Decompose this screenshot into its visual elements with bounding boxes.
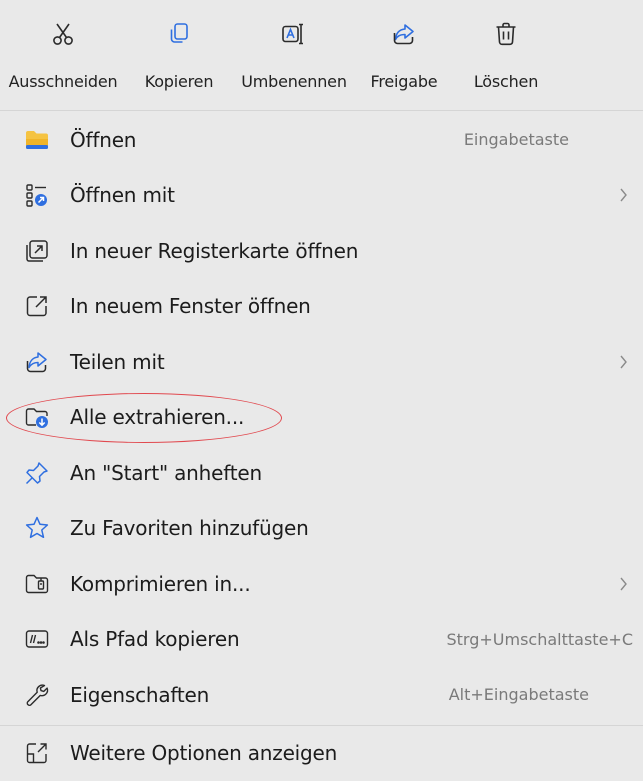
folder-icon [24,127,50,153]
menu-item-label: Teilen mit [70,350,164,374]
menu-item-open-new-window[interactable]: In neuem Fenster öffnen [0,279,643,335]
menu-item-label: Weitere Optionen anzeigen [70,741,337,765]
delete-button[interactable]: Löschen [456,20,556,91]
menu-item-label: In neuem Fenster öffnen [70,294,311,318]
share-label: Freigabe [371,72,438,91]
menu-item-label: Als Pfad kopieren [70,627,239,651]
menu-item-label: Öffnen mit [70,183,175,207]
menu-item-copy-as-path[interactable]: Als Pfad kopieren Strg+Umschalttaste+C [0,612,643,668]
rename-icon [280,20,308,48]
menu-item-label: Öffnen [70,128,136,152]
menu-item-properties[interactable]: Eigenschaften Alt+Eingabetaste [0,667,643,723]
cut-label: Ausschneiden [9,72,118,91]
toolbar-divider [0,110,643,111]
shortcut-text: Eingabetaste [464,130,569,149]
menu-item-compress-to[interactable]: Komprimieren in... [0,556,643,612]
shortcut-text: Strg+Umschalttaste+C [447,630,634,649]
cut-button[interactable]: Ausschneiden [0,20,126,91]
menu-item-open-new-tab[interactable]: In neuer Registerkarte öffnen [0,223,643,279]
menu-item-pin-to-start[interactable]: An "Start" anheften [0,445,643,501]
compress-icon [24,571,50,597]
share-icon [24,349,50,375]
menu-item-label: An "Start" anheften [70,461,262,485]
menu-item-add-to-favorites[interactable]: Zu Favoriten hinzufügen [0,501,643,557]
chevron-right-icon [617,187,629,203]
menu-item-open-with[interactable]: Öffnen mit [0,168,643,224]
trash-icon [492,20,520,48]
open-with-icon [24,182,50,208]
rename-button[interactable]: Umbenennen [230,20,358,91]
menu-item-extract-all[interactable]: Alle extrahieren... [0,390,643,446]
copy-button[interactable]: Kopieren [128,20,230,91]
menu-item-open[interactable]: Öffnen Eingabetaste [0,112,643,168]
chevron-right-icon [617,576,629,592]
more-options-icon [24,740,50,766]
menu-item-label: Zu Favoriten hinzufügen [70,516,309,540]
menu-item-label: In neuer Registerkarte öffnen [70,239,358,263]
scissors-icon [49,20,77,48]
new-window-icon [24,293,50,319]
menu-item-label: Eigenschaften [70,683,209,707]
menu-item-label: Komprimieren in... [70,572,250,596]
pin-icon [24,460,50,486]
rename-label: Umbenennen [241,72,347,91]
copy-icon [165,20,193,48]
menu-item-share-with[interactable]: Teilen mit [0,334,643,390]
star-icon [24,515,50,541]
new-tab-icon [24,238,50,264]
chevron-right-icon [617,354,629,370]
delete-label: Löschen [474,72,538,91]
shortcut-text: Alt+Eingabetaste [449,685,589,704]
wrench-icon [24,682,50,708]
copy-path-icon [24,626,50,652]
extract-icon [24,404,50,430]
copy-label: Kopieren [145,72,214,91]
share-icon [390,20,418,48]
context-menu: Öffnen Eingabetaste Öffnen mit In neuer … [0,112,643,781]
share-button[interactable]: Freigabe [360,20,448,91]
menu-item-label: Alle extrahieren... [70,405,244,429]
context-toolbar: Ausschneiden Kopieren Umbenennen Freigab… [0,0,643,112]
menu-item-show-more-options[interactable]: Weitere Optionen anzeigen [0,726,643,781]
